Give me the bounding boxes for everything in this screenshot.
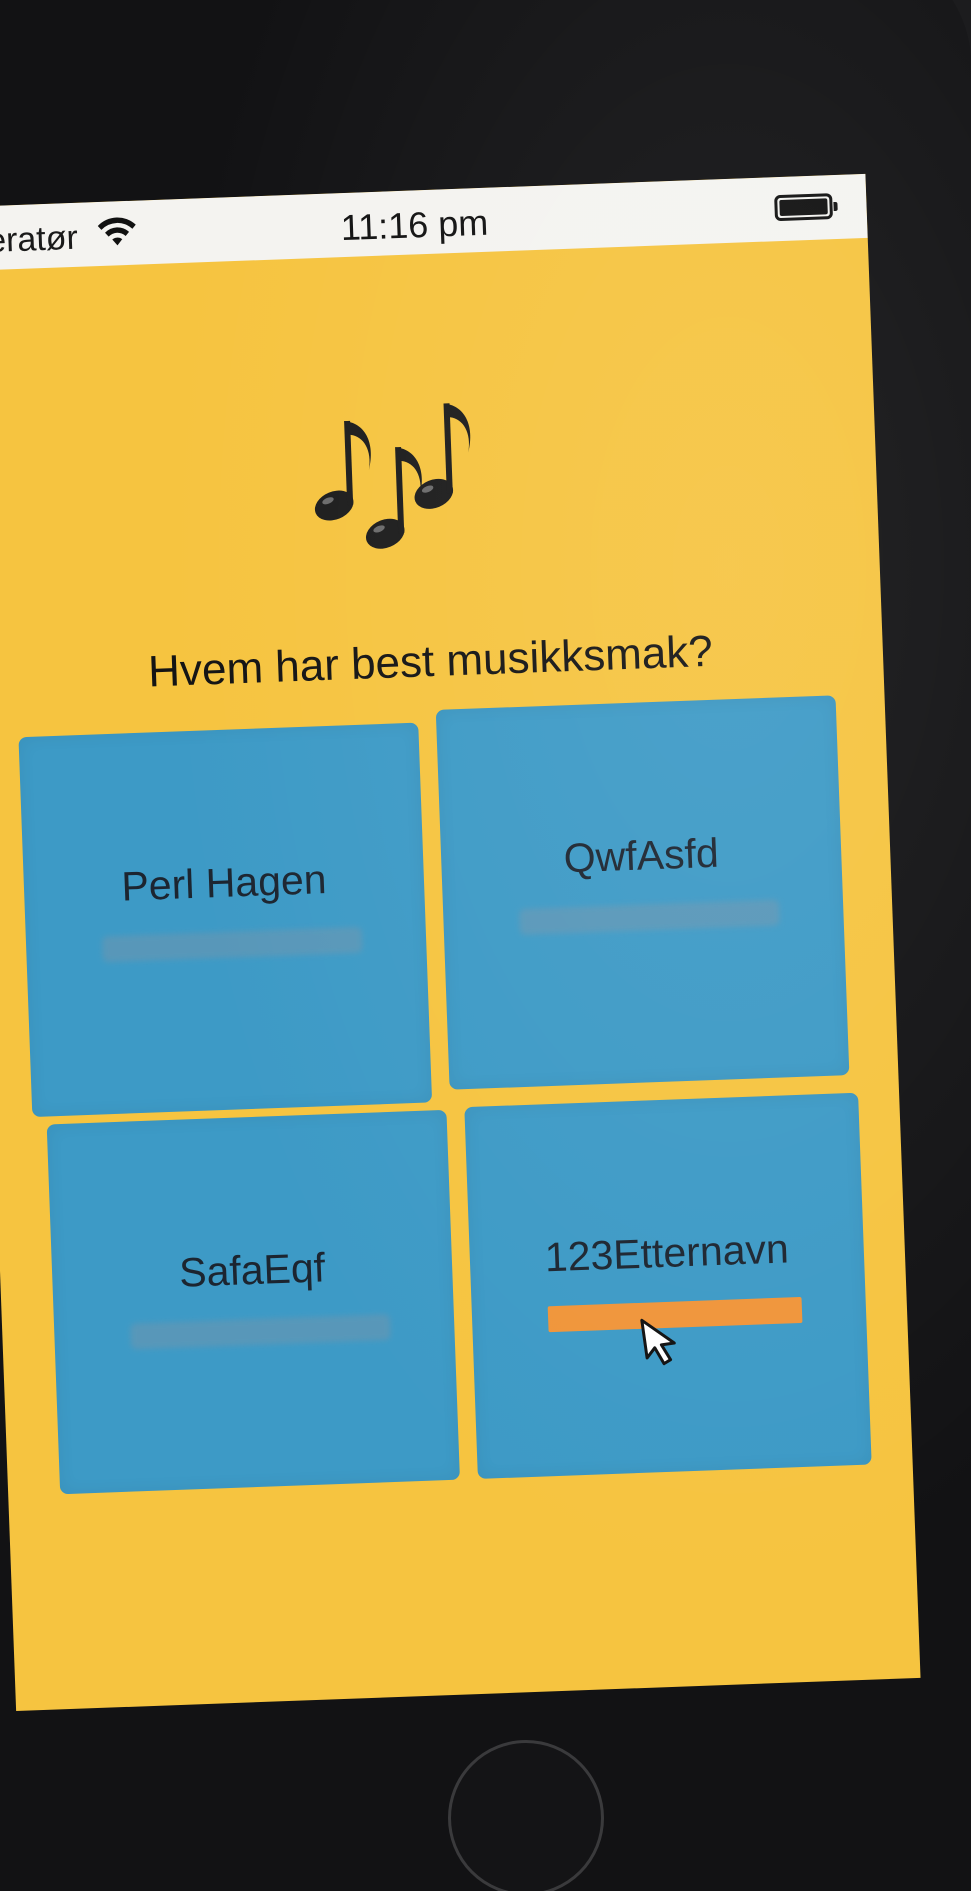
vote-bar-fill (130, 1323, 131, 1350)
battery-icon (774, 193, 838, 222)
option-name: Perl Hagen (120, 856, 328, 910)
photo-stage: peratør 11:16 pm Hvem har best musikksma… (0, 0, 971, 1891)
vote-bar-fill (101, 936, 103, 963)
option-tile-4[interactable]: 123Etternavn (464, 1092, 872, 1479)
option-name: 123Etternavn (544, 1225, 790, 1281)
home-button[interactable] (448, 1740, 604, 1891)
mouse-cursor-icon (640, 1318, 676, 1366)
option-tile-2[interactable]: QwfAsfd (435, 695, 850, 1090)
vote-bar-track (519, 899, 780, 936)
options-grid: Perl Hagen QwfAsfd SafaEqf 123Etternavn (18, 695, 872, 1505)
option-tile-3[interactable]: SafaEqf (46, 1109, 460, 1495)
option-tile-1[interactable]: Perl Hagen (18, 722, 433, 1118)
vote-bar-fill (519, 909, 521, 936)
question-title: Hvem har best musikksmak? (147, 626, 714, 697)
option-name: SafaEqf (178, 1244, 326, 1296)
musical-notes-icon (314, 403, 471, 549)
option-name: QwfAsfd (562, 829, 720, 882)
vote-bar-track (101, 926, 363, 963)
vote-bar-track (130, 1314, 391, 1350)
phone-screen: peratør 11:16 pm Hvem har best musikksma… (0, 173, 921, 1712)
